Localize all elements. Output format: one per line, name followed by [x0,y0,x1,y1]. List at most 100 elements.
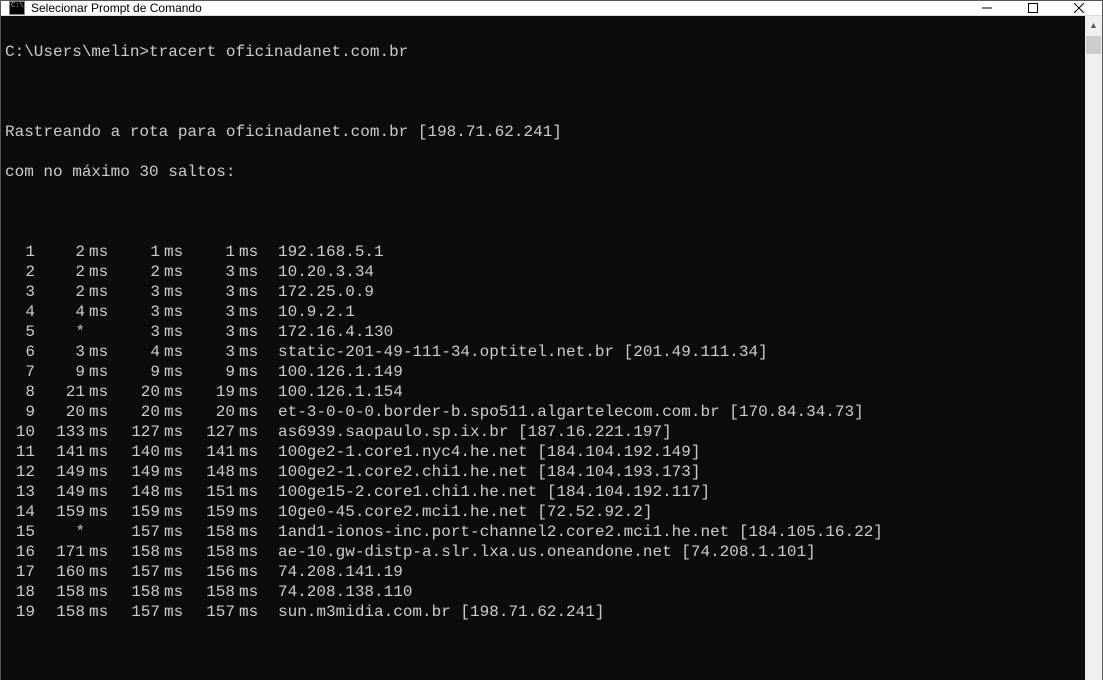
hop-host: 10.9.2.1 [260,302,355,322]
hop-row: 12149ms149ms148ms100ge2-1.core2.chi1.he.… [5,462,1081,482]
minimize-button[interactable] [964,1,1010,15]
hop-host: as6939.saopaulo.sp.ix.br [187.16.221.197… [260,422,672,442]
hop-number: 12 [5,462,35,482]
hop-time: * [35,322,110,342]
hop-time: 9ms [35,362,110,382]
hop-number: 8 [5,382,35,402]
hop-time: 159ms [110,502,185,522]
hop-time: 1ms [110,242,185,262]
close-button[interactable] [1056,1,1102,15]
hop-host: 10.20.3.34 [260,262,374,282]
hop-row: 5*3ms3ms172.16.4.130 [5,322,1081,342]
hop-row: 13149ms148ms151ms100ge15-2.core1.chi1.he… [5,482,1081,502]
hop-host: 10ge0-45.core2.mci1.he.net [72.52.92.2] [260,502,652,522]
hop-time: 2ms [35,242,110,262]
hop-time: 157ms [185,602,260,622]
blank-line [5,82,1081,102]
hop-time: 157ms [110,562,185,582]
hop-time: 141ms [185,442,260,462]
hop-time: 133ms [35,422,110,442]
hop-row: 10133ms127ms127msas6939.saopaulo.sp.ix.b… [5,422,1081,442]
hop-row: 19158ms157ms157mssun.m3midia.com.br [198… [5,602,1081,622]
hop-time: 2ms [35,262,110,282]
hop-time: 160ms [35,562,110,582]
hop-number: 11 [5,442,35,462]
hop-time: 9ms [185,362,260,382]
hop-number: 4 [5,302,35,322]
maximize-button[interactable] [1010,1,1056,15]
window-title: Selecionar Prompt de Comando [31,1,964,15]
hop-number: 9 [5,402,35,422]
hop-time: 171ms [35,542,110,562]
hop-number: 6 [5,342,35,362]
hop-number: 13 [5,482,35,502]
vertical-scrollbar[interactable]: ▲ ▼ [1085,16,1102,680]
hop-time: 157ms [110,602,185,622]
hop-row: 16171ms158ms158msae-10.gw-distp-a.slr.lx… [5,542,1081,562]
hop-host: 100.126.1.149 [260,362,403,382]
window-controls [964,1,1102,15]
hop-row: 14159ms159ms159ms10ge0-45.core2.mci1.he.… [5,502,1081,522]
hop-time: 3ms [110,302,185,322]
hop-time: 151ms [185,482,260,502]
hop-host: 74.208.141.19 [260,562,403,582]
hop-number: 10 [5,422,35,442]
hop-host: 1and1-ionos-inc.port-channel2.core2.mci1… [260,522,883,542]
hop-time: 157ms [110,522,185,542]
scroll-thumb[interactable] [1086,36,1101,54]
hop-time: 149ms [35,482,110,502]
cmd-icon [9,1,25,15]
cmd-window: Selecionar Prompt de Comando C:\Users\me… [0,0,1103,680]
hop-time: 1ms [185,242,260,262]
hop-time: 149ms [35,462,110,482]
hop-host: et-3-0-0-0.border-b.spo511.algartelecom.… [260,402,864,422]
hop-time: 3ms [185,342,260,362]
hop-time: 20ms [185,402,260,422]
hop-time: 3ms [185,262,260,282]
hop-time: 148ms [185,462,260,482]
hop-time: 20ms [110,402,185,422]
hop-host: 100.126.1.154 [260,382,403,402]
hop-number: 5 [5,322,35,342]
hop-row: 79ms9ms9ms100.126.1.149 [5,362,1081,382]
hop-time: 20ms [35,402,110,422]
hop-number: 15 [5,522,35,542]
hop-row: 821ms20ms19ms100.126.1.154 [5,382,1081,402]
hop-host: 100ge2-1.core1.nyc4.he.net [184.104.192.… [260,442,700,462]
hop-time: 127ms [185,422,260,442]
hop-time: 156ms [185,562,260,582]
hop-host: ae-10.gw-distp-a.slr.lxa.us.oneandone.ne… [260,542,816,562]
hop-row: 18158ms158ms158ms74.208.138.110 [5,582,1081,602]
hop-time: 127ms [110,422,185,442]
hop-number: 1 [5,242,35,262]
hop-time: 159ms [185,502,260,522]
trace-header-2: com no máximo 30 saltos: [5,162,1081,182]
hop-time: * [35,522,110,542]
hop-host: sun.m3midia.com.br [198.71.62.241] [260,602,604,622]
hop-time: 158ms [110,542,185,562]
hop-time: 2ms [110,262,185,282]
hop-time: 4ms [110,342,185,362]
hop-time: 158ms [35,602,110,622]
hop-time: 3ms [185,322,260,342]
hop-time: 4ms [35,302,110,322]
hop-row: 44ms3ms3ms10.9.2.1 [5,302,1081,322]
scroll-up-arrow-icon[interactable]: ▲ [1085,16,1102,33]
hop-time: 20ms [110,382,185,402]
hop-time: 141ms [35,442,110,462]
hop-number: 2 [5,262,35,282]
hop-time: 158ms [185,542,260,562]
hop-row: 12ms1ms1ms192.168.5.1 [5,242,1081,262]
hop-host: 100ge15-2.core1.chi1.he.net [184.104.192… [260,482,710,502]
hop-time: 148ms [110,482,185,502]
hop-host: 100ge2-1.core2.chi1.he.net [184.104.193.… [260,462,700,482]
hop-row: 32ms3ms3ms172.25.0.9 [5,282,1081,302]
hop-number: 7 [5,362,35,382]
hop-time: 3ms [35,342,110,362]
hop-time: 19ms [185,382,260,402]
titlebar[interactable]: Selecionar Prompt de Comando [1,1,1102,16]
terminal-output[interactable]: C:\Users\melin>tracert oficinadanet.com.… [1,16,1085,680]
hop-time: 158ms [185,522,260,542]
hop-host: 74.208.138.110 [260,582,412,602]
hop-host: 172.25.0.9 [260,282,374,302]
